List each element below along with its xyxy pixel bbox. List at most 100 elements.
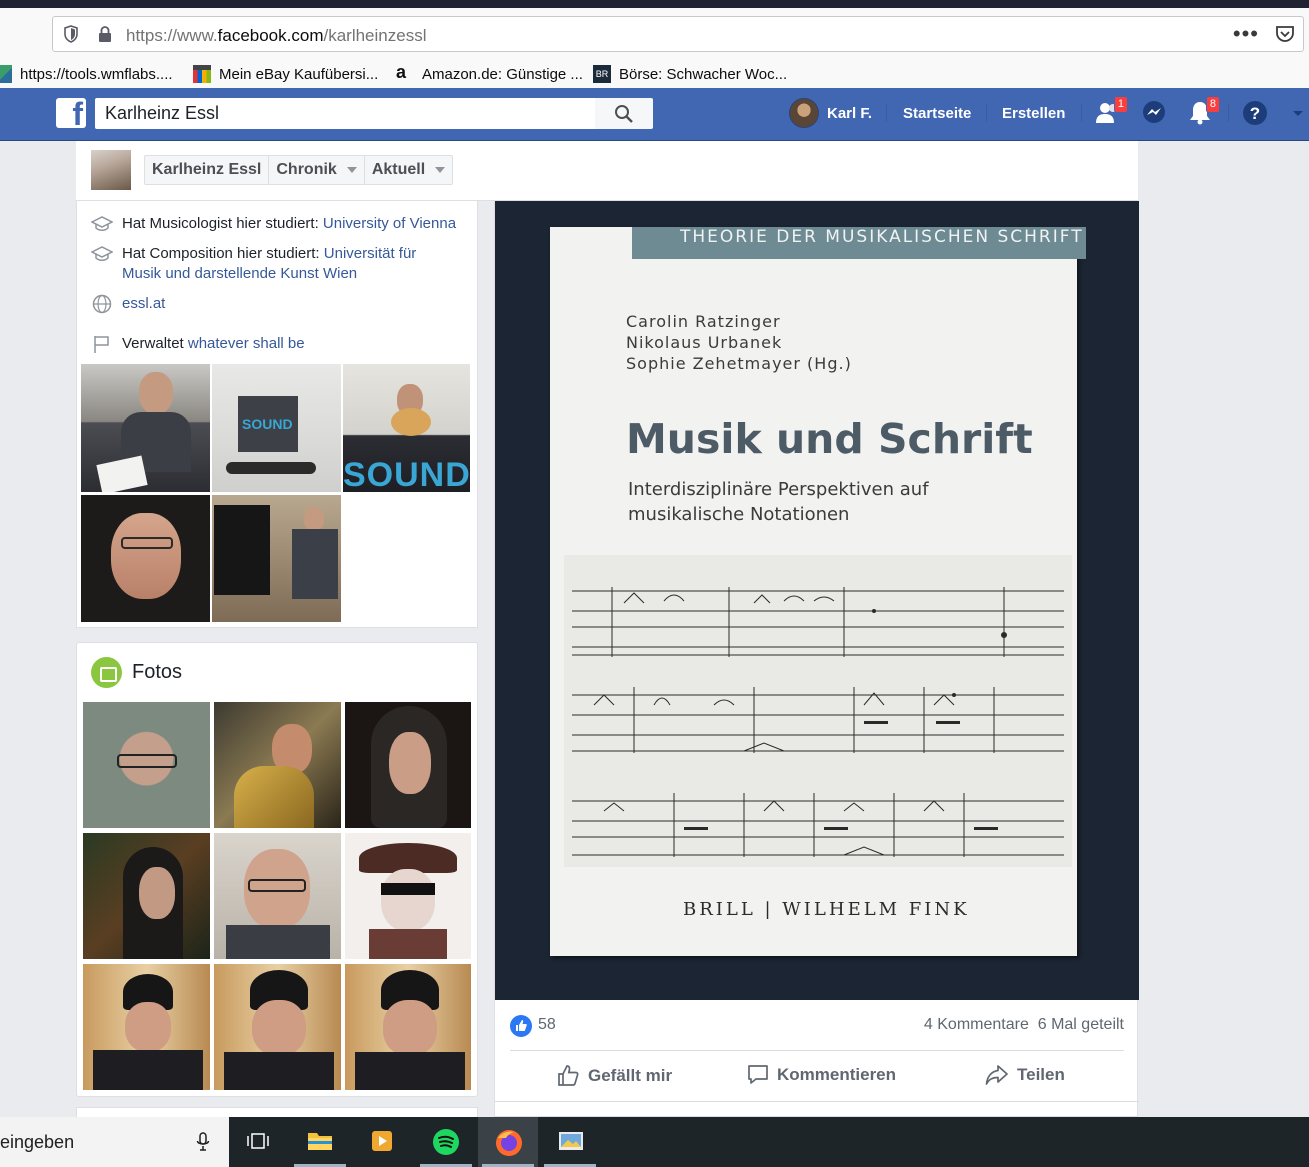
messenger-icon: [1143, 101, 1165, 123]
photo-glasses: [117, 754, 177, 768]
account-menu-button[interactable]: [1290, 99, 1306, 127]
featured-photo[interactable]: SOUND: [212, 364, 341, 492]
photo-thumbnail[interactable]: [214, 702, 341, 828]
taskbar-spotify[interactable]: [416, 1117, 476, 1167]
post-image[interactable]: THEORIE DER MUSIKALISCHEN SCHRIFT Caroli…: [495, 201, 1139, 1000]
facebook-logo[interactable]: f: [56, 96, 86, 132]
photos-header[interactable]: Fotos: [91, 657, 182, 688]
globe-icon: [92, 294, 112, 314]
taskbar: eingeben: [0, 1117, 1309, 1167]
photo-sound-label: SOUND: [343, 456, 470, 492]
task-view-button[interactable]: [229, 1117, 289, 1167]
url-text[interactable]: https://www.facebook.com/karlheinzessl: [126, 26, 426, 46]
avatar: [789, 98, 819, 128]
share-button[interactable]: Teilen: [984, 1063, 1065, 1087]
like-count[interactable]: 58: [538, 1016, 556, 1034]
nav-home[interactable]: Startseite: [903, 105, 971, 122]
featured-photo[interactable]: [212, 495, 341, 622]
divider: [510, 1050, 1124, 1051]
share-count[interactable]: 6 Mal geteilt: [1038, 1016, 1124, 1033]
featured-photo[interactable]: SOUND: [343, 364, 470, 492]
pocket-icon[interactable]: [1275, 24, 1295, 44]
search-button[interactable]: [595, 98, 653, 129]
search-input[interactable]: [95, 98, 595, 129]
intro-text: Verwaltet: [122, 335, 188, 352]
photo-thumbnail[interactable]: [83, 964, 210, 1090]
bookmark-wmflabs[interactable]: https://tools.wmflabs....: [0, 63, 173, 85]
music-score-image: [564, 555, 1072, 867]
facebook-top-bar: f Karl F. Startseite Erstellen 1 8 ?: [0, 88, 1309, 141]
nav-divider: [1228, 104, 1229, 122]
tracking-shield-icon[interactable]: [63, 25, 79, 43]
photo-thumbnail[interactable]: [345, 702, 471, 828]
tab-label: Karlheinz Essl: [152, 161, 262, 178]
chevron-down-icon: [435, 167, 446, 173]
taskbar-file-explorer[interactable]: [290, 1117, 350, 1167]
like-reaction-icon[interactable]: [510, 1015, 532, 1037]
post-stats: 58 4 Kommentare 6 Mal geteilt: [510, 1013, 1124, 1039]
messenger-button[interactable]: [1140, 99, 1168, 127]
taskbar-photos-app[interactable]: [540, 1117, 600, 1167]
nav-divider: [986, 104, 987, 122]
photo-thumbnail[interactable]: [214, 964, 341, 1090]
divider: [495, 1101, 1139, 1102]
svg-text:?: ?: [1250, 104, 1260, 123]
graduation-cap-icon: [91, 246, 113, 261]
amazon-icon: a: [396, 62, 407, 82]
bookmarks-toolbar: https://tools.wmflabs.... Mein eBay Kauf…: [0, 60, 1309, 88]
nav-profile-link[interactable]: [789, 98, 819, 128]
microphone-icon[interactable]: [196, 1132, 210, 1152]
university-link[interactable]: University of Vienna: [323, 215, 456, 232]
bookmark-ebay[interactable]: Mein eBay Kaufübersi...: [193, 63, 378, 85]
notifications-button[interactable]: 8: [1186, 96, 1220, 127]
caret-down-icon: [1293, 111, 1303, 116]
taskbar-search-box[interactable]: eingeben: [0, 1117, 229, 1167]
comment-count[interactable]: 4 Kommentare: [924, 1016, 1029, 1033]
photo-face: [139, 372, 173, 414]
comment-bubble-icon: [748, 1065, 768, 1084]
photo-thumbnail[interactable]: [345, 833, 471, 959]
address-bar[interactable]: https://www.facebook.com/karlheinzessl •…: [52, 16, 1304, 52]
photos-card: Fotos: [76, 642, 478, 1097]
website-link[interactable]: essl.at: [122, 295, 165, 312]
photo-body: [369, 929, 447, 959]
bookmark-boerse[interactable]: BR Börse: Schwacher Woc...: [593, 63, 787, 85]
like-button[interactable]: Gefällt mir: [556, 1063, 672, 1088]
taskbar-firefox[interactable]: [478, 1117, 538, 1167]
comment-button[interactable]: Kommentieren: [746, 1063, 896, 1087]
photo-glasses: [121, 537, 173, 549]
nav-create[interactable]: Erstellen: [1002, 105, 1065, 122]
featured-photo[interactable]: [81, 364, 210, 492]
friend-requests-button[interactable]: 1: [1094, 96, 1128, 127]
managed-page-link[interactable]: whatever shall be: [188, 335, 305, 352]
post-actions: Gefällt mir Kommentieren Teilen: [495, 1063, 1139, 1093]
intro-education-composition: Hat Composition hier studiert: Universit…: [91, 244, 421, 284]
photo-body: [224, 1052, 334, 1090]
page-actions-menu[interactable]: •••: [1233, 21, 1259, 47]
nav-divider: [1081, 104, 1082, 122]
featured-photo[interactable]: [81, 495, 210, 622]
search-field[interactable]: [95, 98, 595, 129]
tab-page-name[interactable]: Karlheinz Essl: [145, 156, 270, 184]
bookmark-amazon[interactable]: a Amazon.de: Günstige ...: [396, 63, 583, 85]
like-label: Gefällt mir: [588, 1065, 673, 1085]
taskbar-media-player[interactable]: [352, 1117, 412, 1167]
photo-mask: [381, 883, 435, 895]
tab-chronik[interactable]: Chronik: [269, 156, 365, 184]
photo-face: [111, 513, 181, 599]
nav-user-name[interactable]: Karl F.: [827, 105, 872, 122]
post-card: THEORIE DER MUSIKALISCHEN SCHRIFT Caroli…: [494, 201, 1139, 1117]
intro-education-musicology: Hat Musicologist hier studiert: Universi…: [91, 214, 456, 234]
photo-face: [389, 732, 431, 794]
photo-thumbnail[interactable]: [83, 833, 210, 959]
photo-thumbnail[interactable]: [345, 964, 471, 1090]
photo-guitar: [391, 408, 431, 436]
tab-label: Aktuell: [371, 161, 426, 178]
help-button[interactable]: ?: [1241, 99, 1269, 127]
intro-manages: Verwaltet whatever shall be: [91, 334, 305, 354]
photo-thumbnail[interactable]: [214, 833, 341, 959]
tab-aktuell[interactable]: Aktuell: [365, 156, 452, 184]
photo-thumbnail[interactable]: [83, 702, 210, 828]
page-avatar[interactable]: [91, 150, 131, 190]
lock-icon[interactable]: [97, 25, 113, 43]
